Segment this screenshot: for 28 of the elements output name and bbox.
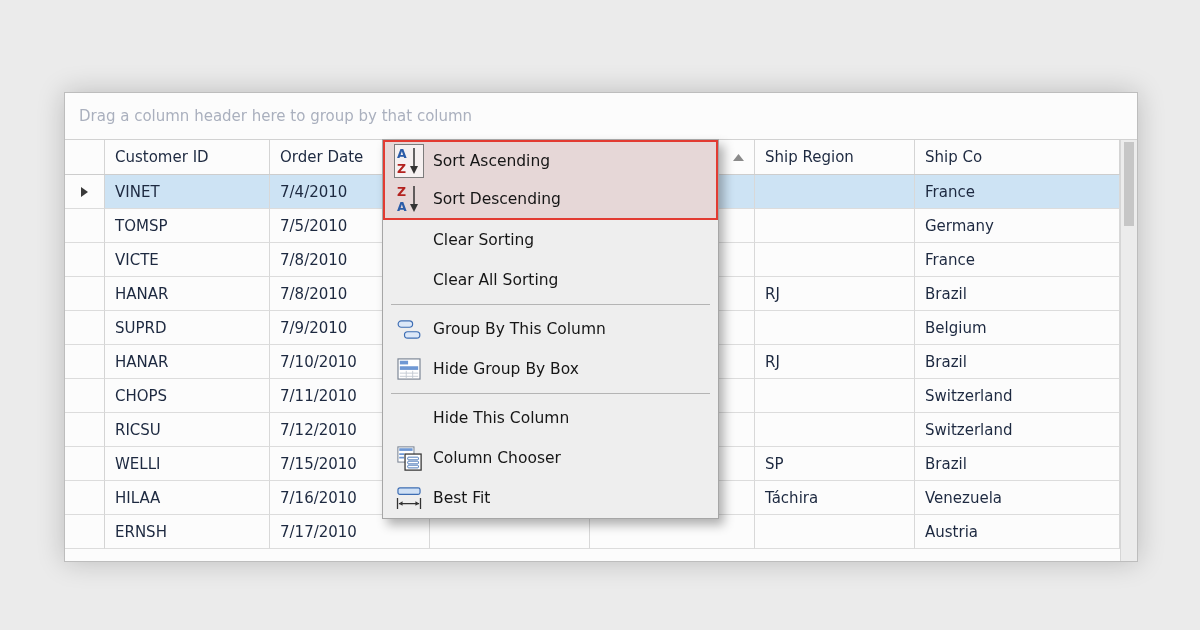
stacked-tables-icon	[394, 443, 424, 473]
offset-bars-icon	[395, 317, 423, 341]
row-pointer-icon	[81, 186, 88, 197]
table-cell: VICTE	[105, 243, 270, 277]
table-cell: SP	[755, 447, 915, 481]
table-cell: France	[915, 175, 1120, 209]
menu-item[interactable]: Z A Sort Descending	[383, 180, 718, 220]
menu-item[interactable]: A Z Sort Ascending	[383, 140, 718, 180]
table-cell: RJ	[755, 277, 915, 311]
table-cell: HANAR	[105, 277, 270, 311]
width-arrow-icon	[394, 484, 424, 512]
table-cell: HILAA	[105, 481, 270, 515]
scrollbar-thumb[interactable]	[1124, 142, 1134, 226]
column-header[interactable]: Customer ID	[105, 140, 270, 174]
sort-ascending-icon: A Z	[394, 144, 424, 178]
table-icon	[395, 356, 423, 382]
table-cell: WELLI	[105, 447, 270, 481]
table-cell: VINET	[105, 175, 270, 209]
column-header[interactable]: Ship Region	[755, 140, 915, 174]
table-cell: TOMSP	[105, 209, 270, 243]
vertical-scrollbar[interactable]	[1120, 140, 1137, 561]
table-cell: RICSU	[105, 413, 270, 447]
table-cell: SUPRD	[105, 311, 270, 345]
table-cell: HANAR	[105, 345, 270, 379]
table-cell: ERNSH	[105, 515, 270, 549]
table-cell: Táchira	[755, 481, 915, 515]
table-cell: CHOPS	[105, 379, 270, 413]
table-cell: RJ	[755, 345, 915, 379]
